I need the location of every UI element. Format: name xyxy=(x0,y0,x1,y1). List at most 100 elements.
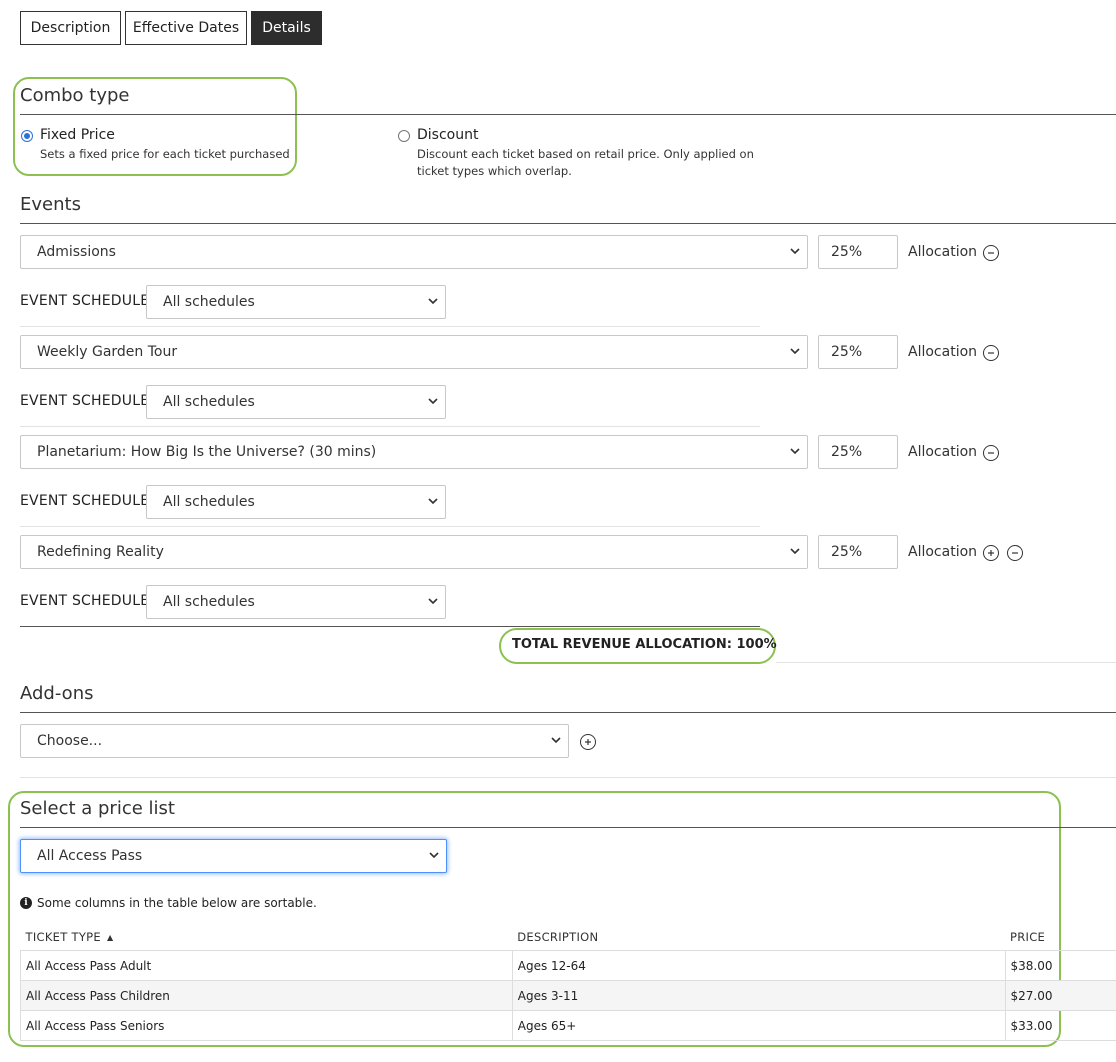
event-schedule-label: EVENT SCHEDULE xyxy=(20,393,150,409)
addon-select-value: Choose... xyxy=(37,733,103,749)
price-cell: $38.00 xyxy=(1004,950,1116,981)
table-row: All Access Pass Seniors Ages 65+ $33.00 xyxy=(20,1010,1116,1041)
description-cell: Ages 12-64 xyxy=(511,950,1006,981)
event-select[interactable]: Redefining Reality xyxy=(20,535,808,569)
ticket-type-cell: All Access Pass Seniors xyxy=(20,1010,513,1041)
chevron-down-icon xyxy=(428,498,438,505)
event-schedule-value: All schedules xyxy=(163,394,255,410)
event-select-value: Admissions xyxy=(37,244,116,260)
remove-event-button[interactable] xyxy=(983,345,999,361)
event-schedule-label: EVENT SCHEDULE xyxy=(20,493,150,509)
discount-description-line1: Discount each ticket based on retail pri… xyxy=(417,147,754,161)
column-header-label: TICKET TYPE xyxy=(25,930,101,944)
addons-title: Add-ons xyxy=(20,683,94,704)
event-schedule-value: All schedules xyxy=(163,594,255,610)
column-header-description: DESCRIPTION xyxy=(512,924,1006,951)
price-cell: $33.00 xyxy=(1004,1010,1116,1041)
plus-icon xyxy=(585,739,591,745)
allocation-input[interactable]: 25% xyxy=(818,535,898,569)
event-schedule-value: All schedules xyxy=(163,494,255,510)
column-header-ticket-type[interactable]: TICKET TYPE ▲ xyxy=(20,924,513,951)
table-header-row: TICKET TYPE ▲ DESCRIPTION PRICE xyxy=(20,924,1116,951)
price-list-select[interactable]: All Access Pass xyxy=(20,839,447,873)
info-icon: i xyxy=(20,897,32,909)
events-divider xyxy=(20,223,1116,224)
column-header-price: PRICE xyxy=(1005,924,1116,951)
event-schedule-select[interactable]: All schedules xyxy=(146,485,446,519)
allocation-input[interactable]: 25% xyxy=(818,235,898,269)
event-divider xyxy=(20,526,760,527)
event-schedule-select[interactable]: All schedules xyxy=(146,585,446,619)
plus-icon xyxy=(988,550,994,556)
sortable-note: Some columns in the table below are sort… xyxy=(37,896,317,910)
addon-select[interactable]: Choose... xyxy=(20,724,569,758)
fixed-price-radio[interactable] xyxy=(21,130,33,142)
allocation-label: Allocation xyxy=(908,444,978,460)
event-select[interactable]: Admissions xyxy=(20,235,808,269)
allocation-label: Allocation xyxy=(908,544,978,560)
minus-icon xyxy=(988,252,994,254)
fixed-price-label[interactable]: Fixed Price xyxy=(40,127,115,143)
tab-details[interactable]: Details xyxy=(251,11,322,45)
events-title: Events xyxy=(20,194,81,215)
remove-event-button[interactable] xyxy=(983,445,999,461)
minus-icon xyxy=(988,352,994,354)
table-row: All Access Pass Children Ages 3-11 $27.0… xyxy=(20,980,1116,1011)
table-row: All Access Pass Adult Ages 12-64 $38.00 xyxy=(20,950,1116,981)
tab-effective-dates[interactable]: Effective Dates xyxy=(125,11,247,45)
minus-icon xyxy=(988,452,994,454)
tab-description[interactable]: Description xyxy=(20,11,121,45)
discount-label[interactable]: Discount xyxy=(417,127,478,143)
event-schedule-select[interactable]: All schedules xyxy=(146,285,446,319)
chevron-down-icon xyxy=(429,852,439,859)
chevron-down-icon xyxy=(790,448,800,455)
combo-type-title: Combo type xyxy=(20,85,130,106)
description-cell: Ages 65+ xyxy=(511,1010,1006,1041)
allocation-label: Allocation xyxy=(908,344,978,360)
discount-description-line2: ticket types which overlap. xyxy=(417,164,572,178)
price-cell: $27.00 xyxy=(1004,980,1116,1011)
price-list-title: Select a price list xyxy=(20,798,175,819)
add-event-button[interactable] xyxy=(983,545,999,561)
addons-end-divider xyxy=(20,777,1116,778)
add-addon-button[interactable] xyxy=(580,734,596,750)
chevron-down-icon xyxy=(790,248,800,255)
chevron-down-icon xyxy=(790,548,800,555)
event-select-value: Redefining Reality xyxy=(37,544,164,560)
event-select-value: Planetarium: How Big Is the Universe? (3… xyxy=(37,444,377,460)
allocation-input[interactable]: 25% xyxy=(818,335,898,369)
combo-type-divider xyxy=(20,114,1116,115)
remove-event-button[interactable] xyxy=(983,245,999,261)
events-total-divider xyxy=(20,626,760,627)
event-divider xyxy=(20,326,760,327)
addons-divider xyxy=(20,712,1116,713)
event-schedule-label: EVENT SCHEDULE xyxy=(20,593,150,609)
total-revenue-allocation: TOTAL REVENUE ALLOCATION: 100% xyxy=(512,637,777,652)
price-table: TICKET TYPE ▲ DESCRIPTION PRICE All Acces… xyxy=(20,924,1116,1041)
event-schedule-select[interactable]: All schedules xyxy=(146,385,446,419)
event-select[interactable]: Planetarium: How Big Is the Universe? (3… xyxy=(20,435,808,469)
allocation-label: Allocation xyxy=(908,244,978,260)
chevron-down-icon xyxy=(428,598,438,605)
event-schedule-value: All schedules xyxy=(163,294,255,310)
events-end-divider xyxy=(776,662,1116,663)
discount-radio[interactable] xyxy=(398,130,410,142)
event-schedule-label: EVENT SCHEDULE xyxy=(20,293,150,309)
event-divider xyxy=(20,426,760,427)
chevron-down-icon xyxy=(428,398,438,405)
price-list-divider xyxy=(20,827,1116,828)
description-cell: Ages 3-11 xyxy=(511,980,1006,1011)
ticket-type-cell: All Access Pass Children xyxy=(20,980,513,1011)
ticket-type-cell: All Access Pass Adult xyxy=(20,950,513,981)
event-select-value: Weekly Garden Tour xyxy=(37,344,178,360)
chevron-down-icon xyxy=(551,737,561,744)
fixed-price-description: Sets a fixed price for each ticket purch… xyxy=(40,147,290,161)
minus-icon xyxy=(1012,552,1018,554)
price-list-select-value: All Access Pass xyxy=(37,848,143,864)
allocation-input[interactable]: 25% xyxy=(818,435,898,469)
sort-ascending-icon: ▲ xyxy=(106,933,114,942)
chevron-down-icon xyxy=(428,298,438,305)
remove-event-button[interactable] xyxy=(1007,545,1023,561)
chevron-down-icon xyxy=(790,348,800,355)
event-select[interactable]: Weekly Garden Tour xyxy=(20,335,808,369)
